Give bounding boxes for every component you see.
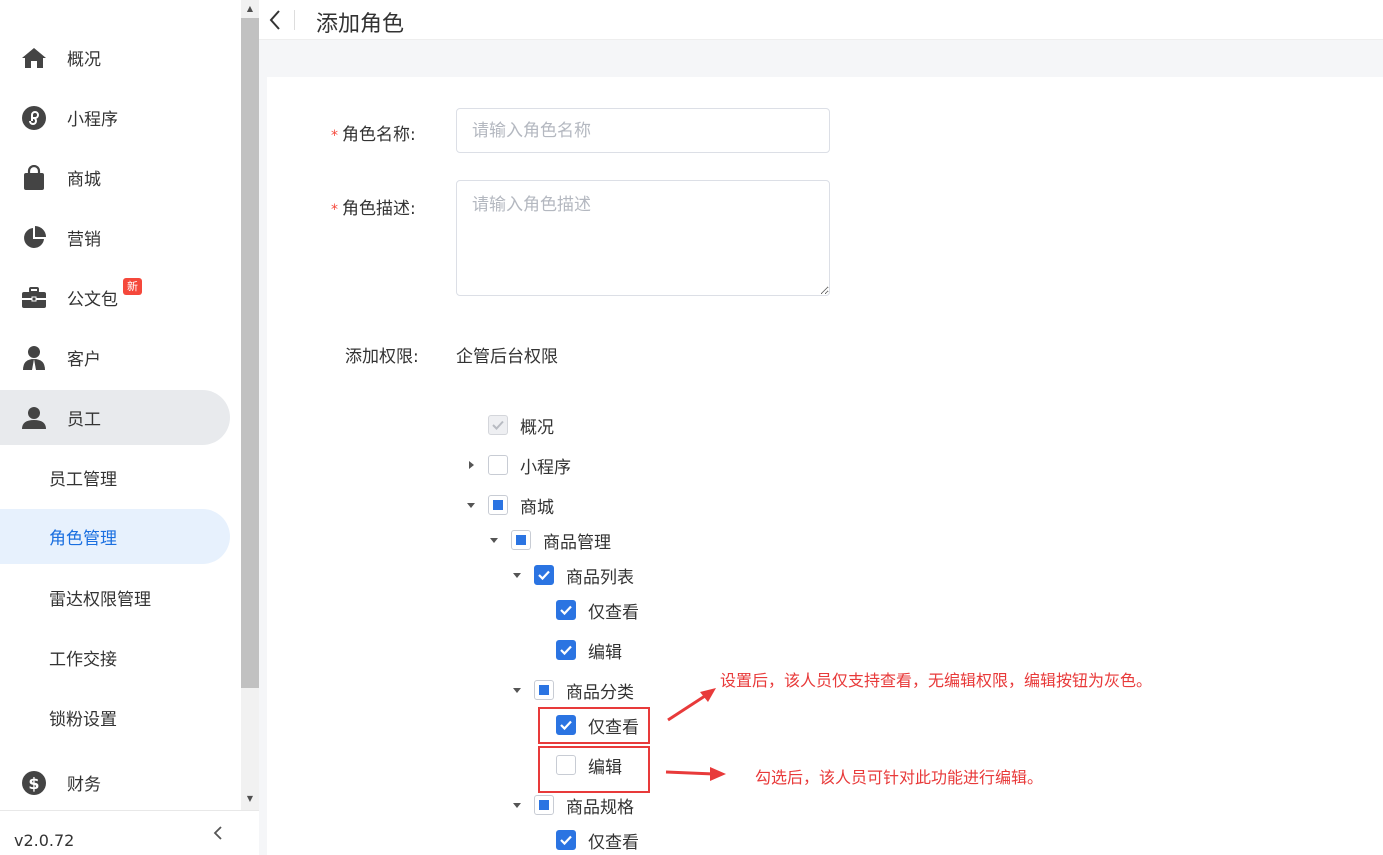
sidebar-item-marketing[interactable]: 营销 [0, 210, 230, 265]
sidebar-item-overview[interactable]: 概况 [0, 30, 230, 85]
divider [294, 10, 295, 30]
permission-scope-value: 企管后台权限 [456, 347, 558, 367]
caret-down-icon[interactable] [512, 800, 522, 810]
sidebar-subitem-label: 工作交接 [49, 650, 117, 670]
svg-text:$: $ [28, 774, 39, 793]
tree-node-label: 仅查看 [588, 833, 639, 853]
tree-checkbox[interactable] [511, 530, 531, 550]
role-name-label: * 角色名称: [331, 120, 416, 145]
customer-icon [20, 344, 48, 372]
tree-checkbox[interactable] [488, 495, 508, 515]
sidebar-item-customer[interactable]: 客户 [0, 330, 230, 385]
role-name-label-text: 角色名称: [342, 125, 416, 145]
tree-node-label: 概况 [520, 418, 554, 438]
tree-checkbox[interactable] [488, 455, 508, 475]
role-desc-textarea[interactable] [456, 180, 830, 296]
tree-node-label: 小程序 [520, 458, 571, 478]
tree-node-label: 商城 [520, 498, 554, 518]
sidebar-item-label: 商城 [67, 170, 101, 190]
sidebar-item-finance[interactable]: $ 财务 [0, 755, 230, 810]
sidebar-item-mini-program[interactable]: 小程序 [0, 90, 230, 145]
caret-down-icon[interactable] [489, 535, 499, 545]
dollar-icon: $ [20, 769, 48, 797]
highlight-box-edit [538, 746, 650, 793]
tree-node-label: 商品列表 [566, 568, 634, 588]
tree-checkbox[interactable] [534, 680, 554, 700]
sidebar-item-mall[interactable]: 商城 [0, 150, 230, 205]
shopping-bag-icon [20, 164, 48, 192]
sidebar-item-label: 财务 [67, 775, 101, 795]
sidebar-item-label: 营销 [67, 230, 101, 250]
version-label: v2.0.72 [14, 831, 75, 850]
sidebar-subitem-role-management[interactable]: 角色管理 [0, 509, 230, 564]
required-mark: * [331, 128, 338, 144]
scroll-down-arrow-icon[interactable]: ▼ [241, 790, 259, 808]
new-badge: 新 [123, 278, 142, 295]
sidebar-subitem-work-handover[interactable]: 工作交接 [0, 630, 230, 685]
caret-down-icon[interactable] [512, 570, 522, 580]
sidebar: 概况 小程序 商城 营销 公文包 新 客户 员工 员工管理 角色管理 雷达权限管… [0, 0, 241, 855]
sidebar-item-label: 小程序 [67, 110, 118, 130]
back-icon[interactable] [267, 8, 283, 32]
tree-checkbox[interactable] [556, 830, 576, 850]
required-mark: * [331, 202, 338, 218]
sidebar-item-label: 员工 [67, 410, 101, 430]
page-title: 添加角色 [316, 12, 405, 37]
briefcase-icon [20, 284, 48, 312]
top-bar: 添加角色 [259, 0, 1383, 40]
caret-down-icon[interactable] [512, 685, 522, 695]
sidebar-subitem-staff-management[interactable]: 员工管理 [0, 450, 230, 505]
sidebar-subitem-label: 雷达权限管理 [49, 590, 151, 610]
sidebar-item-label: 客户 [67, 350, 101, 370]
user-icon [20, 404, 48, 432]
permission-label: 添加权限: [345, 347, 419, 367]
sidebar-subitem-label: 锁粉设置 [49, 710, 117, 730]
sidebar-subitem-radar-permission[interactable]: 雷达权限管理 [0, 570, 230, 625]
role-desc-label: * 角色描述: [331, 194, 416, 219]
sidebar-item-briefcase[interactable]: 公文包 新 [0, 270, 230, 325]
tree-checkbox[interactable] [556, 600, 576, 620]
tree-node-label: 商品规格 [566, 798, 634, 818]
sidebar-subitem-label: 员工管理 [49, 470, 117, 490]
sidebar-subitem-label: 角色管理 [49, 529, 117, 549]
sidebar-item-label: 公文包 [67, 290, 118, 310]
tree-node-label: 仅查看 [588, 603, 639, 623]
tree-checkbox[interactable] [534, 565, 554, 585]
annotation-note-view-only: 设置后，该人员仅支持查看，无编辑权限，编辑按钮为灰色。 [720, 671, 1153, 690]
sidebar-footer: v2.0.72 [0, 810, 259, 855]
caret-down-icon[interactable] [466, 500, 476, 510]
sidebar-item-staff[interactable]: 员工 [0, 390, 230, 445]
sidebar-item-label: 概况 [67, 50, 101, 70]
role-name-input[interactable] [456, 108, 830, 153]
highlight-box-view-only [538, 707, 650, 744]
tree-node-label: 商品分类 [566, 683, 634, 703]
home-icon [20, 44, 48, 72]
pie-chart-icon [20, 224, 48, 252]
tree-checkbox [488, 415, 508, 435]
sidebar-subitem-fan-lock[interactable]: 锁粉设置 [0, 690, 230, 745]
role-desc-label-text: 角色描述: [342, 199, 416, 219]
tree-checkbox[interactable] [534, 795, 554, 815]
sidebar-scrollbar-thumb[interactable] [241, 18, 259, 688]
tree-node-label: 编辑 [588, 643, 622, 663]
collapse-sidebar-icon[interactable] [210, 823, 226, 843]
mini-program-icon [20, 104, 48, 132]
tree-node-label: 商品管理 [543, 533, 611, 553]
annotation-note-edit: 勾选后，该人员可针对此功能进行编辑。 [755, 768, 1044, 787]
annotation-arrow-right-icon [665, 767, 726, 781]
tree-checkbox[interactable] [556, 640, 576, 660]
caret-right-icon[interactable] [466, 460, 476, 470]
scroll-up-arrow-icon[interactable]: ▲ [241, 0, 259, 18]
